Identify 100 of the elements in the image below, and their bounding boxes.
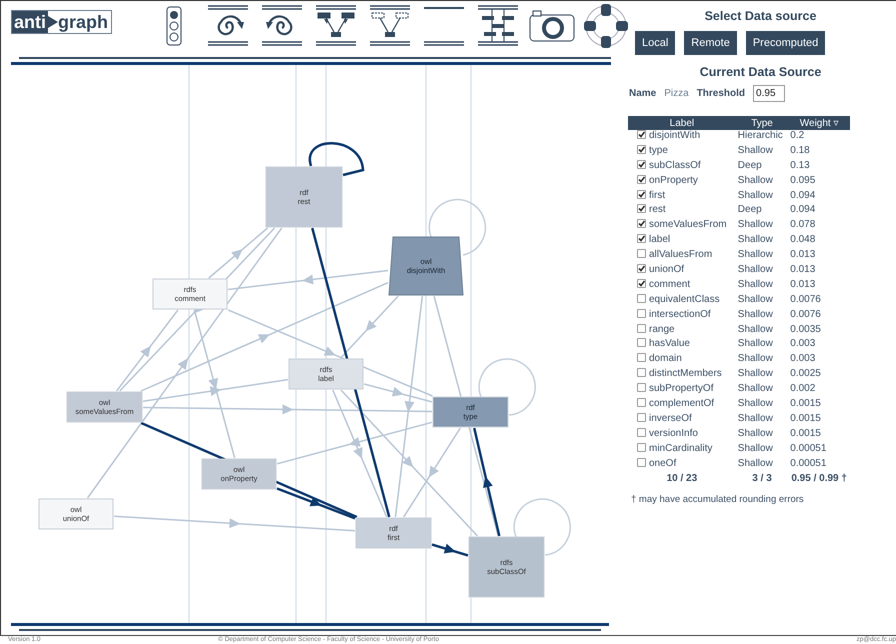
checkbox[interactable] (637, 383, 646, 392)
weight-cell-text: 0.00051 (789, 458, 828, 471)
checkbox[interactable] (637, 144, 646, 154)
property-label: comment (649, 278, 690, 290)
type-cell-text: Shallow (736, 219, 774, 232)
name-value: Pizza (664, 88, 689, 99)
property-label: distinctMembers (649, 368, 722, 380)
checkbox[interactable] (637, 428, 646, 437)
weight-cell-text: 0.0076 (789, 308, 822, 322)
type-cell-text: Shallow (736, 383, 774, 396)
checkbox[interactable] (637, 204, 646, 214)
weight-cell-text: 0.00051 (789, 442, 828, 456)
checkbox[interactable] (637, 353, 646, 362)
data-source-button[interactable]: Local (635, 31, 676, 55)
checkbox[interactable] (637, 160, 646, 169)
panel-heading: Select Data source (704, 9, 818, 23)
weight-cell-text: 0.18 (789, 144, 811, 158)
weight-cell-text: 0.094 (789, 190, 816, 203)
checkbox[interactable] (637, 278, 646, 288)
weight-cell-text: 0.0025 (789, 368, 822, 382)
property-label: intersectionOf (649, 308, 711, 320)
weight-cell-text: 0.0076 (789, 294, 822, 307)
checkbox[interactable] (637, 294, 646, 303)
threshold-label: Threshold (696, 88, 746, 99)
column-header[interactable]: Type (736, 116, 788, 130)
type-cell-text: Shallow (736, 190, 774, 203)
checkbox[interactable] (637, 338, 646, 348)
weight-cell-text: 0.002 (789, 383, 816, 396)
name-label: Name (629, 88, 656, 99)
column-header[interactable]: Weight ▿ (788, 116, 850, 130)
type-cell-text: Shallow (736, 249, 774, 262)
property-label: type (649, 144, 668, 156)
property-label: subPropertyOf (649, 383, 714, 394)
property-label: range (649, 324, 675, 335)
column-header[interactable]: Label (628, 116, 736, 130)
footnote: † may have accumulated rounding errors (631, 494, 805, 506)
total-cell-text: 10 / 23 (666, 472, 698, 486)
type-cell: Hierarchic (736, 130, 788, 145)
type-cell-text: Shallow (736, 412, 774, 426)
checkbox[interactable] (637, 174, 646, 184)
property-label: domain (649, 353, 682, 364)
checkbox[interactable] (637, 442, 646, 452)
checkbox[interactable] (637, 398, 646, 408)
weight-cell: 0.2 (788, 130, 850, 145)
checkbox[interactable] (637, 190, 646, 199)
checkbox[interactable] (637, 249, 646, 258)
checkbox[interactable] (637, 308, 646, 318)
checkbox[interactable] (637, 412, 646, 422)
checkbox[interactable] (637, 324, 646, 333)
property-label: subClassOf (649, 160, 701, 171)
weight-cell-text: 0.078 (789, 219, 816, 232)
checkbox[interactable] (637, 264, 646, 274)
total-cell-text: 3 / 3 (751, 472, 773, 486)
property-label: complementOf (649, 398, 714, 410)
toolbar-button[interactable] (582, 4, 630, 48)
lifebuoy-icon (583, 3, 630, 50)
logo: anti graph (11, 10, 112, 34)
weight-cell-text: 0.13 (789, 160, 811, 173)
weight-cell-text: 0.013 (789, 278, 816, 292)
weight-cell-text: 0.0015 (789, 428, 822, 441)
data-source-button[interactable]: Precomputed (746, 31, 826, 55)
checkbox[interactable] (637, 130, 646, 139)
type-cell-text: Shallow (736, 368, 774, 382)
type-cell-text: Shallow (736, 458, 774, 471)
threshold-field[interactable]: 0.95 (753, 85, 786, 102)
property-label: unionOf (649, 264, 684, 276)
property-label: someValuesFrom (649, 219, 727, 230)
weight-cell-text: 0.0015 (789, 398, 822, 412)
property-label: oneOf (649, 458, 676, 469)
type-cell-text: Shallow (736, 278, 774, 292)
property-label: label (649, 234, 670, 246)
property-label: allValuesFrom (649, 249, 712, 260)
type-cell-text: Shallow (736, 294, 774, 307)
type-cell-text: Shallow (736, 234, 774, 248)
property-label: hasValue (649, 338, 690, 350)
type-cell-text: Shallow (736, 144, 774, 158)
property-label: onProperty (649, 174, 698, 186)
type-cell-text: Shallow (736, 174, 774, 188)
weight-cell-text: 0.013 (789, 249, 816, 262)
weight-cell-text: 0.013 (789, 264, 816, 278)
type-cell-text: Shallow (736, 398, 774, 412)
weight-cell-text: 0.095 (789, 174, 816, 188)
type-cell-text: Shallow (736, 428, 774, 441)
checkbox[interactable] (637, 368, 646, 378)
data-source-button[interactable]: Remote (684, 31, 737, 55)
property-label: rest (649, 204, 666, 216)
weight-cell-text: 0.003 (789, 338, 816, 352)
property-label: equivalentClass (649, 294, 720, 305)
weight-cell-text: 0.003 (789, 353, 816, 366)
type-cell-text: Shallow (736, 264, 774, 278)
property-label: versionInfo (649, 428, 698, 439)
checkbox[interactable] (637, 234, 646, 244)
type-cell: Shallow (736, 338, 788, 354)
property-label: inverseOf (649, 412, 692, 424)
traffic-light-icon (166, 6, 182, 46)
checkbox[interactable] (637, 458, 646, 467)
checkbox[interactable] (637, 219, 646, 228)
property-label: first (649, 190, 666, 201)
weight-cell-text: 0.094 (789, 204, 816, 218)
type-cell-text: Shallow (736, 442, 774, 456)
